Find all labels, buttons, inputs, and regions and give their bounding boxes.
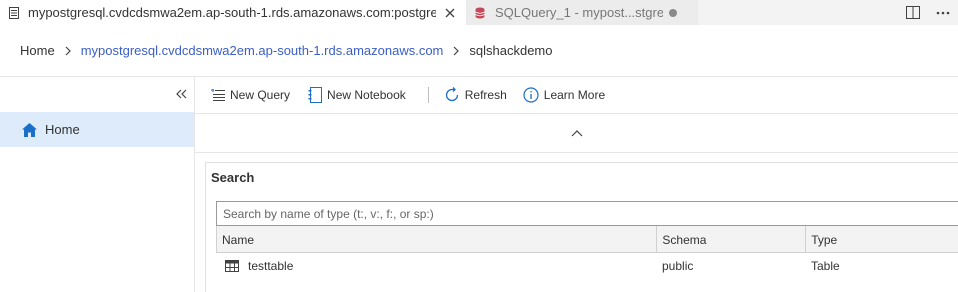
tab-sqlquery[interactable]: SQLQuery_1 - mypost...stgres) <box>466 0 698 25</box>
sidebar-item-home[interactable]: Home <box>0 112 194 147</box>
cell-name: testtable <box>216 253 657 279</box>
tab-label: SQLQuery_1 - mypost...stgres) <box>495 5 663 20</box>
refresh-button[interactable]: Refresh <box>444 87 507 104</box>
document-icon <box>9 6 19 19</box>
tab-actions <box>898 0 958 25</box>
table-header: Name Schema Type <box>216 226 958 253</box>
unsaved-dot-icon[interactable] <box>669 8 677 17</box>
more-actions-icon[interactable] <box>928 0 958 25</box>
column-header-schema[interactable]: Schema <box>657 226 807 253</box>
sidebar: Home <box>0 77 195 292</box>
breadcrumb: Home mypostgresql.cvdcdsmwa2em.ap-south-… <box>0 25 958 77</box>
new-query-label: New Query <box>230 88 291 102</box>
column-header-name[interactable]: Name <box>217 226 658 253</box>
results-table: Name Schema Type testtable public Table <box>216 226 958 279</box>
column-header-type[interactable]: Type <box>806 226 958 253</box>
info-icon <box>523 87 540 104</box>
dashboard-toolbar: New Query New Notebook Refresh Learn Mor… <box>195 77 958 114</box>
table-row[interactable]: testtable public Table <box>216 253 958 279</box>
notebook-icon <box>306 87 323 104</box>
new-query-button[interactable]: New Query <box>209 87 290 104</box>
editor-tab-bar: mypostgresql.cvdcdsmwa2em.ap-south-1.rds… <box>0 0 958 25</box>
refresh-label: Refresh <box>464 88 507 102</box>
home-icon <box>21 122 38 138</box>
chevron-right-icon <box>443 46 469 56</box>
search-widget-title: Search <box>211 170 255 185</box>
table-icon <box>225 260 239 272</box>
breadcrumb-server[interactable]: mypostgresql.cvdcdsmwa2em.ap-south-1.rds… <box>81 43 444 58</box>
breadcrumb-home[interactable]: Home <box>20 43 55 58</box>
chevron-up-icon[interactable] <box>567 125 587 141</box>
sidebar-item-label: Home <box>45 122 80 137</box>
chevron-right-icon <box>55 46 81 56</box>
close-icon[interactable] <box>444 7 456 19</box>
search-widget: Search Name Schema Type testtable public… <box>205 162 958 292</box>
refresh-icon <box>444 87 461 104</box>
tab-label: mypostgresql.cvdcdsmwa2em.ap-south-1.rds… <box>28 5 436 20</box>
cell-name-text: testtable <box>248 259 294 273</box>
learn-more-label: Learn More <box>543 88 606 102</box>
cell-type: Table <box>811 259 840 273</box>
search-input[interactable] <box>216 201 958 226</box>
collapse-sidebar-icon[interactable] <box>172 86 190 102</box>
learn-more-button[interactable]: Learn More <box>523 87 605 104</box>
widget-collapse-row <box>195 114 958 153</box>
tab-dashboard[interactable]: mypostgresql.cvdcdsmwa2em.ap-south-1.rds… <box>0 0 466 25</box>
split-editor-button[interactable] <box>898 0 928 25</box>
cell-schema: public <box>662 259 694 273</box>
breadcrumb-database: sqlshackdemo <box>469 43 553 58</box>
new-notebook-button[interactable]: New Notebook <box>306 87 406 104</box>
database-icon <box>475 7 485 19</box>
new-query-icon <box>209 87 226 104</box>
toolbar-divider <box>427 87 429 103</box>
new-notebook-label: New Notebook <box>327 88 406 102</box>
